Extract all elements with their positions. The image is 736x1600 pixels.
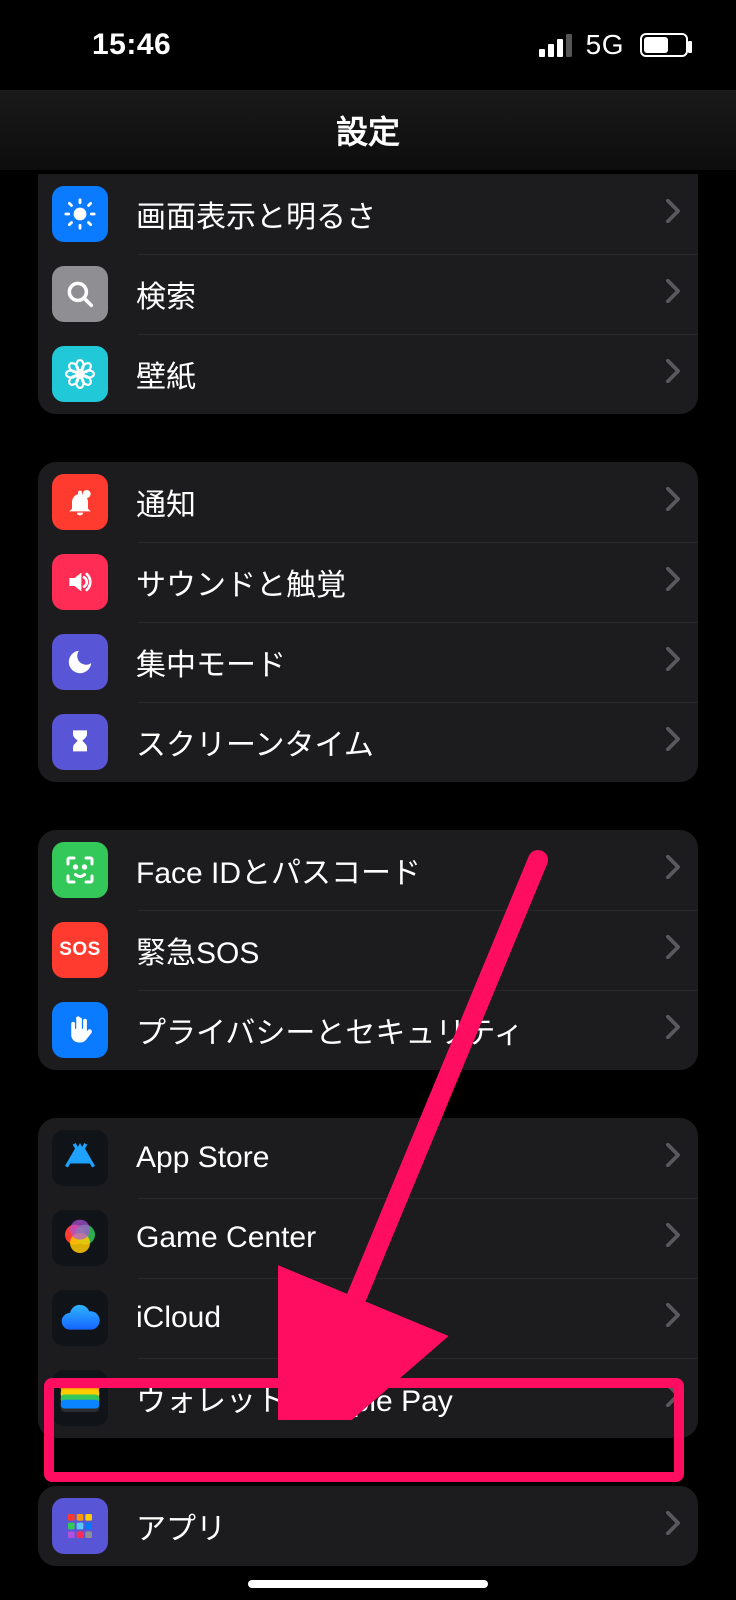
settings-row-label: プライバシーとセキュリティ <box>136 1008 638 1052</box>
settings-row-display[interactable]: 画面表示と明るさ <box>38 174 698 254</box>
settings-row-notifications[interactable]: 通知 <box>38 462 698 542</box>
chevron-right-icon <box>666 198 680 230</box>
cellular-signal-icon <box>539 33 572 57</box>
apps-icon <box>52 1498 108 1554</box>
chevron-right-icon <box>666 1382 680 1414</box>
home-indicator <box>248 1580 488 1588</box>
chevron-right-icon <box>666 934 680 966</box>
faceid-icon <box>52 842 108 898</box>
settings-row-label: 検索 <box>136 272 638 316</box>
status-bar: 15:46 5G <box>0 0 736 90</box>
icloud-icon <box>52 1290 108 1346</box>
chevron-right-icon <box>666 486 680 518</box>
settings-row-appstore[interactable]: App Store <box>38 1118 698 1198</box>
settings-row-focus[interactable]: 集中モード <box>38 622 698 702</box>
settings-row-label: ウォレットとApple Pay <box>136 1376 638 1420</box>
focus-icon <box>52 634 108 690</box>
chevron-right-icon <box>666 358 680 390</box>
wallpaper-icon <box>52 346 108 402</box>
settings-row-label: 通知 <box>136 480 638 524</box>
settings-row-label: 画面表示と明るさ <box>136 192 638 236</box>
settings-row-label: スクリーンタイム <box>136 720 638 764</box>
settings-row-sounds[interactable]: サウンドと触覚 <box>38 542 698 622</box>
settings-row-label: Game Center <box>136 1221 638 1255</box>
chevron-right-icon <box>666 646 680 678</box>
chevron-right-icon <box>666 1222 680 1254</box>
notifications-icon <box>52 474 108 530</box>
chevron-right-icon <box>666 1510 680 1542</box>
wallet-icon <box>52 1370 108 1426</box>
sos-icon: SOS <box>52 922 108 978</box>
chevron-right-icon <box>666 1302 680 1334</box>
settings-row-label: App Store <box>136 1141 638 1175</box>
settings-group: App Store Game Center iCloud ウォレットとApple Pa… <box>38 1118 698 1438</box>
settings-group: Face IDとパスコード SOS 緊急SOS プライバシーとセキュリティ <box>38 830 698 1070</box>
chevron-right-icon <box>666 726 680 758</box>
settings-row-label: Face IDとパスコード <box>136 848 638 892</box>
settings-row-wallpaper[interactable]: 壁紙 <box>38 334 698 414</box>
chevron-right-icon <box>666 278 680 310</box>
settings-row-label: サウンドと触覚 <box>136 560 638 604</box>
settings-group: 画面表示と明るさ検索壁紙 <box>38 174 698 414</box>
settings-row-apps[interactable]: アプリ <box>38 1486 698 1566</box>
settings-row-faceid[interactable]: Face IDとパスコード <box>38 830 698 910</box>
settings-row-search[interactable]: 検索 <box>38 254 698 334</box>
settings-row-label: 集中モード <box>136 640 638 684</box>
status-right: 5G <box>539 29 688 61</box>
settings-row-label: iCloud <box>136 1301 638 1335</box>
chevron-right-icon <box>666 1014 680 1046</box>
status-time: 15:46 <box>92 28 171 62</box>
gamecenter-icon <box>52 1210 108 1266</box>
network-label: 5G <box>586 29 624 61</box>
settings-row-label: アプリ <box>136 1504 638 1548</box>
sounds-icon <box>52 554 108 610</box>
search-icon <box>52 266 108 322</box>
page-header: 設定 <box>0 90 736 170</box>
settings-row-gamecenter[interactable]: Game Center <box>38 1198 698 1278</box>
settings-row-label: 壁紙 <box>136 352 638 396</box>
chevron-right-icon <box>666 854 680 886</box>
page-title: 設定 <box>336 107 400 153</box>
settings-row-wallet[interactable]: ウォレットとApple Pay <box>38 1358 698 1438</box>
chevron-right-icon <box>666 1142 680 1174</box>
settings-row-screentime[interactable]: スクリーンタイム <box>38 702 698 782</box>
chevron-right-icon <box>666 566 680 598</box>
appstore-icon <box>52 1130 108 1186</box>
settings-list: 画面表示と明るさ検索壁紙通知サウンドと触覚集中モードスクリーンタイム Face I… <box>0 170 736 1600</box>
settings-row-label: 緊急SOS <box>136 928 638 972</box>
settings-row-sos[interactable]: SOS 緊急SOS <box>38 910 698 990</box>
screentime-icon <box>52 714 108 770</box>
settings-row-icloud[interactable]: iCloud <box>38 1278 698 1358</box>
settings-row-privacy[interactable]: プライバシーとセキュリティ <box>38 990 698 1070</box>
battery-icon <box>640 33 688 57</box>
settings-group: 通知サウンドと触覚集中モードスクリーンタイム <box>38 462 698 782</box>
settings-group: アプリ <box>38 1486 698 1566</box>
display-icon <box>52 186 108 242</box>
privacy-icon <box>52 1002 108 1058</box>
